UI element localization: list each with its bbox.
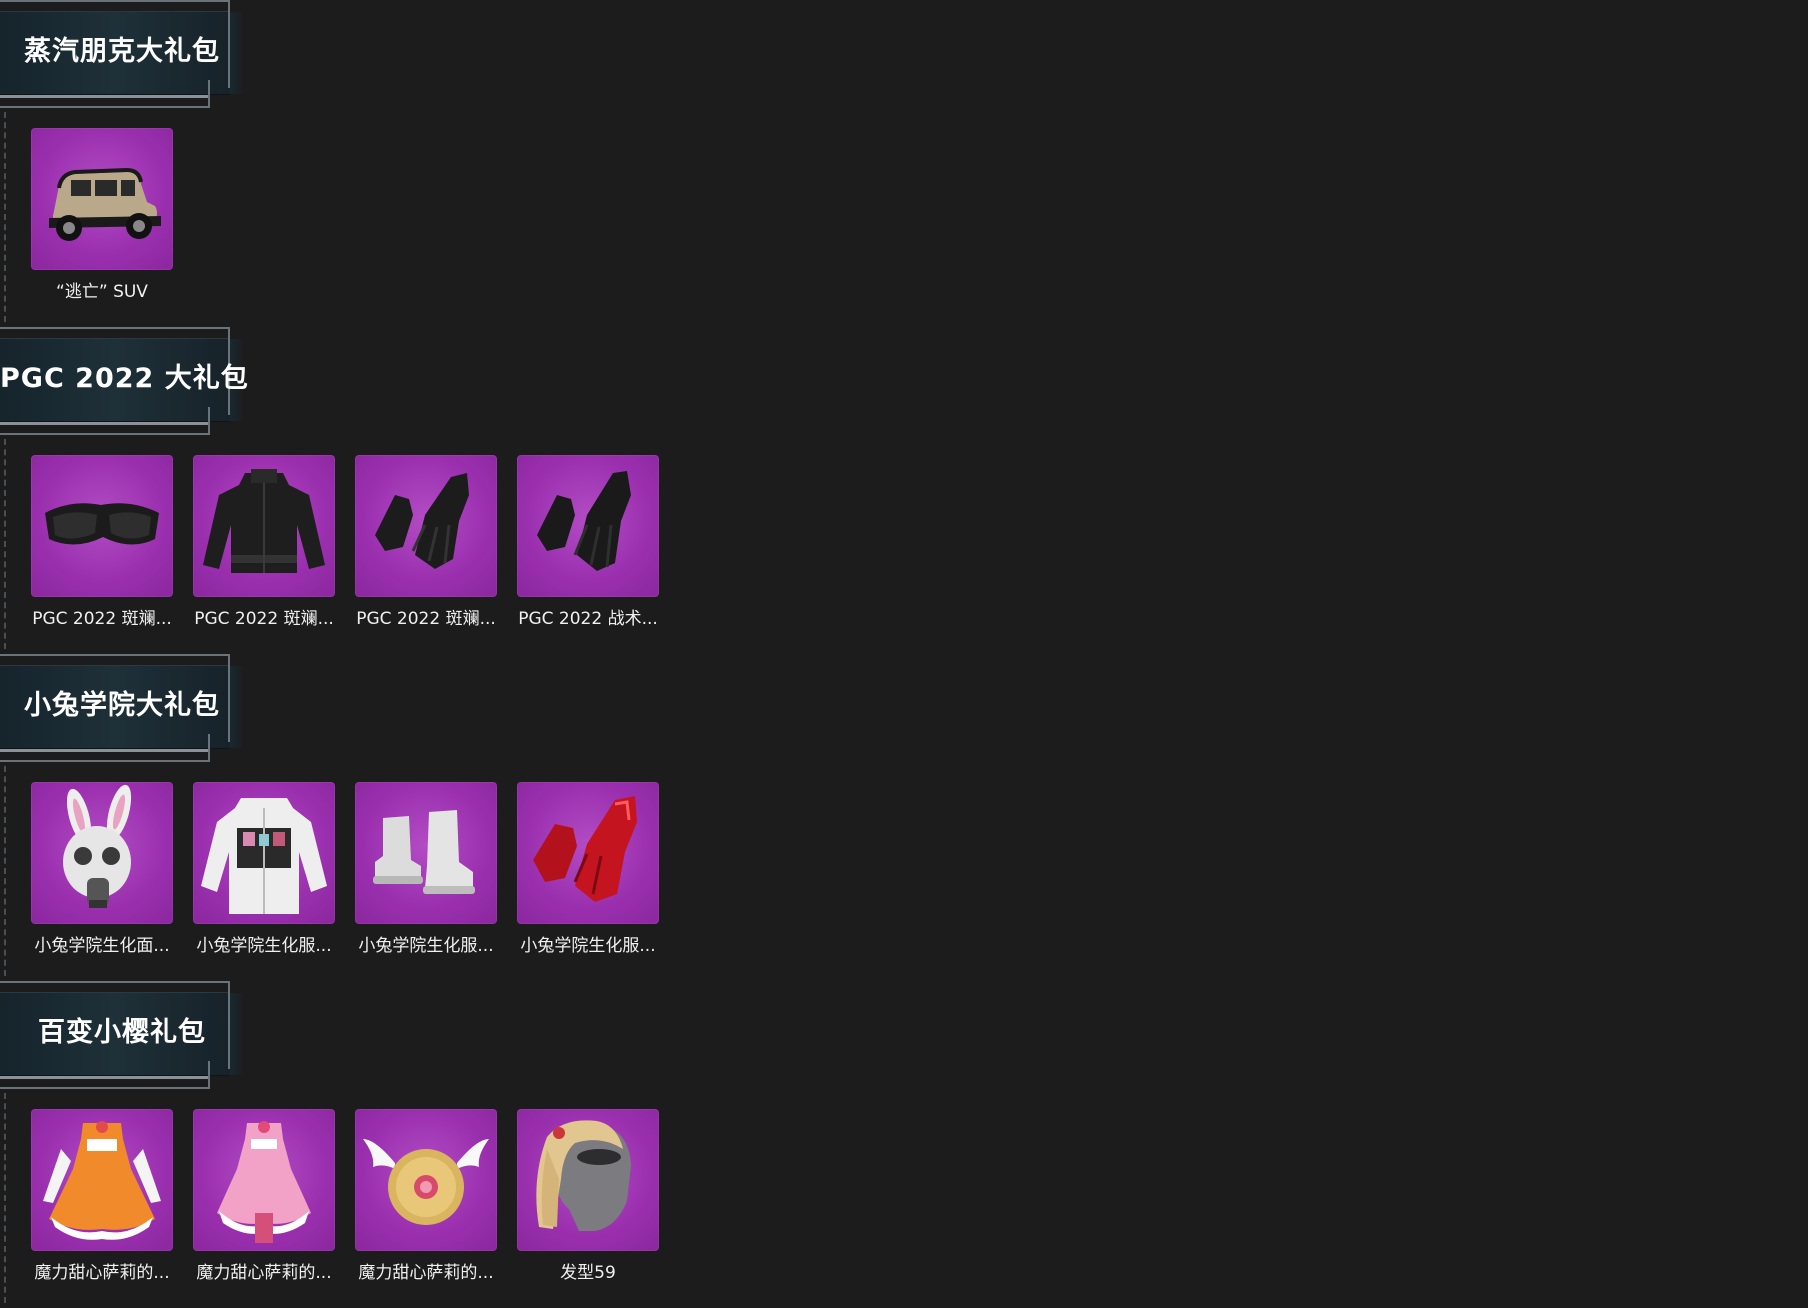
item-card[interactable]: PGC 2022 斑斓... (355, 455, 497, 650)
header-line (0, 433, 210, 435)
item-card[interactable]: “逃亡” SUV (31, 128, 173, 323)
item-card[interactable]: PGC 2022 斑斓... (31, 455, 173, 650)
header-line (0, 981, 230, 983)
header-line (0, 0, 230, 2)
gift-pack-section: PGC 2022 大礼包 PGC 2022 斑斓... PGC 2022 斑斓.… (0, 327, 720, 654)
header-line (0, 760, 210, 762)
boots-icon (355, 782, 497, 924)
item-label: 小兔学院生化面... (34, 936, 170, 956)
header-line (0, 422, 210, 425)
section-header: PGC 2022 大礼包 (0, 327, 250, 439)
section-header: 蒸汽朋克大礼包 (0, 0, 250, 112)
jacket-icon (193, 455, 335, 597)
item-label: PGC 2022 战术... (518, 609, 658, 629)
header-line (0, 95, 210, 98)
section-title: 百变小樱礼包 (38, 1017, 206, 1048)
gift-pack-section: 蒸汽朋克大礼包 “逃亡” SUV (0, 0, 720, 327)
header-line (0, 1087, 210, 1089)
car-icon (31, 128, 173, 270)
header-line (0, 327, 230, 329)
gloves-icon (517, 455, 659, 597)
bunny-gas-mask-icon (31, 782, 173, 924)
red-gloves-icon (517, 782, 659, 924)
hairstyle-icon (517, 1109, 659, 1251)
dashed-connector (4, 1093, 6, 1303)
item-label: 魔力甜心萨莉的... (358, 1263, 494, 1283)
item-card[interactable]: PGC 2022 战术... (517, 455, 659, 650)
section-title: PGC 2022 大礼包 (0, 363, 249, 394)
goggles-icon (31, 455, 173, 597)
item-label: “逃亡” SUV (56, 282, 148, 302)
orange-dress-icon (31, 1109, 173, 1251)
item-card[interactable]: 小兔学院生化服... (193, 782, 335, 977)
pink-dress-icon (193, 1109, 335, 1251)
item-label: 小兔学院生化服... (358, 936, 494, 956)
item-label: 发型59 (560, 1263, 616, 1283)
dashed-connector (4, 439, 6, 649)
item-card[interactable]: 魔力甜心萨莉的... (31, 1109, 173, 1304)
item-label: PGC 2022 斑斓... (194, 609, 334, 629)
item-label: PGC 2022 斑斓... (32, 609, 172, 629)
section-title: 小兔学院大礼包 (24, 690, 220, 721)
section-header: 小兔学院大礼包 (0, 654, 250, 766)
item-card[interactable]: 魔力甜心萨莉的... (355, 1109, 497, 1304)
item-list: 小兔学院生化面... 小兔学院生化服... 小兔学院生化服... 小兔学院生化服… (31, 782, 711, 977)
item-card[interactable]: 小兔学院生化服... (517, 782, 659, 977)
gloves-icon (355, 455, 497, 597)
item-card[interactable]: 魔力甜心萨莉的... (193, 1109, 335, 1304)
item-label: PGC 2022 斑斓... (356, 609, 496, 629)
item-card[interactable]: PGC 2022 斑斓... (193, 455, 335, 650)
header-line (0, 654, 230, 656)
item-list: “逃亡” SUV (31, 128, 711, 323)
item-label: 小兔学院生化服... (520, 936, 656, 956)
dashed-connector (4, 112, 6, 322)
gift-pack-section: 小兔学院大礼包 小兔学院生化面... 小兔学院生化服... 小兔学院生化服...… (0, 654, 720, 981)
item-list: PGC 2022 斑斓... PGC 2022 斑斓... PGC 2022 斑… (31, 455, 711, 650)
winged-backpack-icon (355, 1109, 497, 1251)
dashed-connector (4, 766, 6, 976)
gift-pack-section: 百变小樱礼包 魔力甜心萨莉的... 魔力甜心萨莉的... 魔力甜心萨莉的... … (0, 981, 720, 1308)
section-title: 蒸汽朋克大礼包 (24, 36, 220, 67)
item-card[interactable]: 发型59 (517, 1109, 659, 1304)
header-line (0, 106, 210, 108)
item-card[interactable]: 小兔学院生化面... (31, 782, 173, 977)
item-list: 魔力甜心萨莉的... 魔力甜心萨莉的... 魔力甜心萨莉的... 发型59 (31, 1109, 711, 1304)
item-label: 魔力甜心萨莉的... (34, 1263, 170, 1283)
section-header: 百变小樱礼包 (0, 981, 250, 1093)
item-label: 小兔学院生化服... (196, 936, 332, 956)
lab-coat-icon (193, 782, 335, 924)
header-line (0, 749, 210, 752)
item-label: 魔力甜心萨莉的... (196, 1263, 332, 1283)
header-line (0, 1076, 210, 1079)
item-card[interactable]: 小兔学院生化服... (355, 782, 497, 977)
